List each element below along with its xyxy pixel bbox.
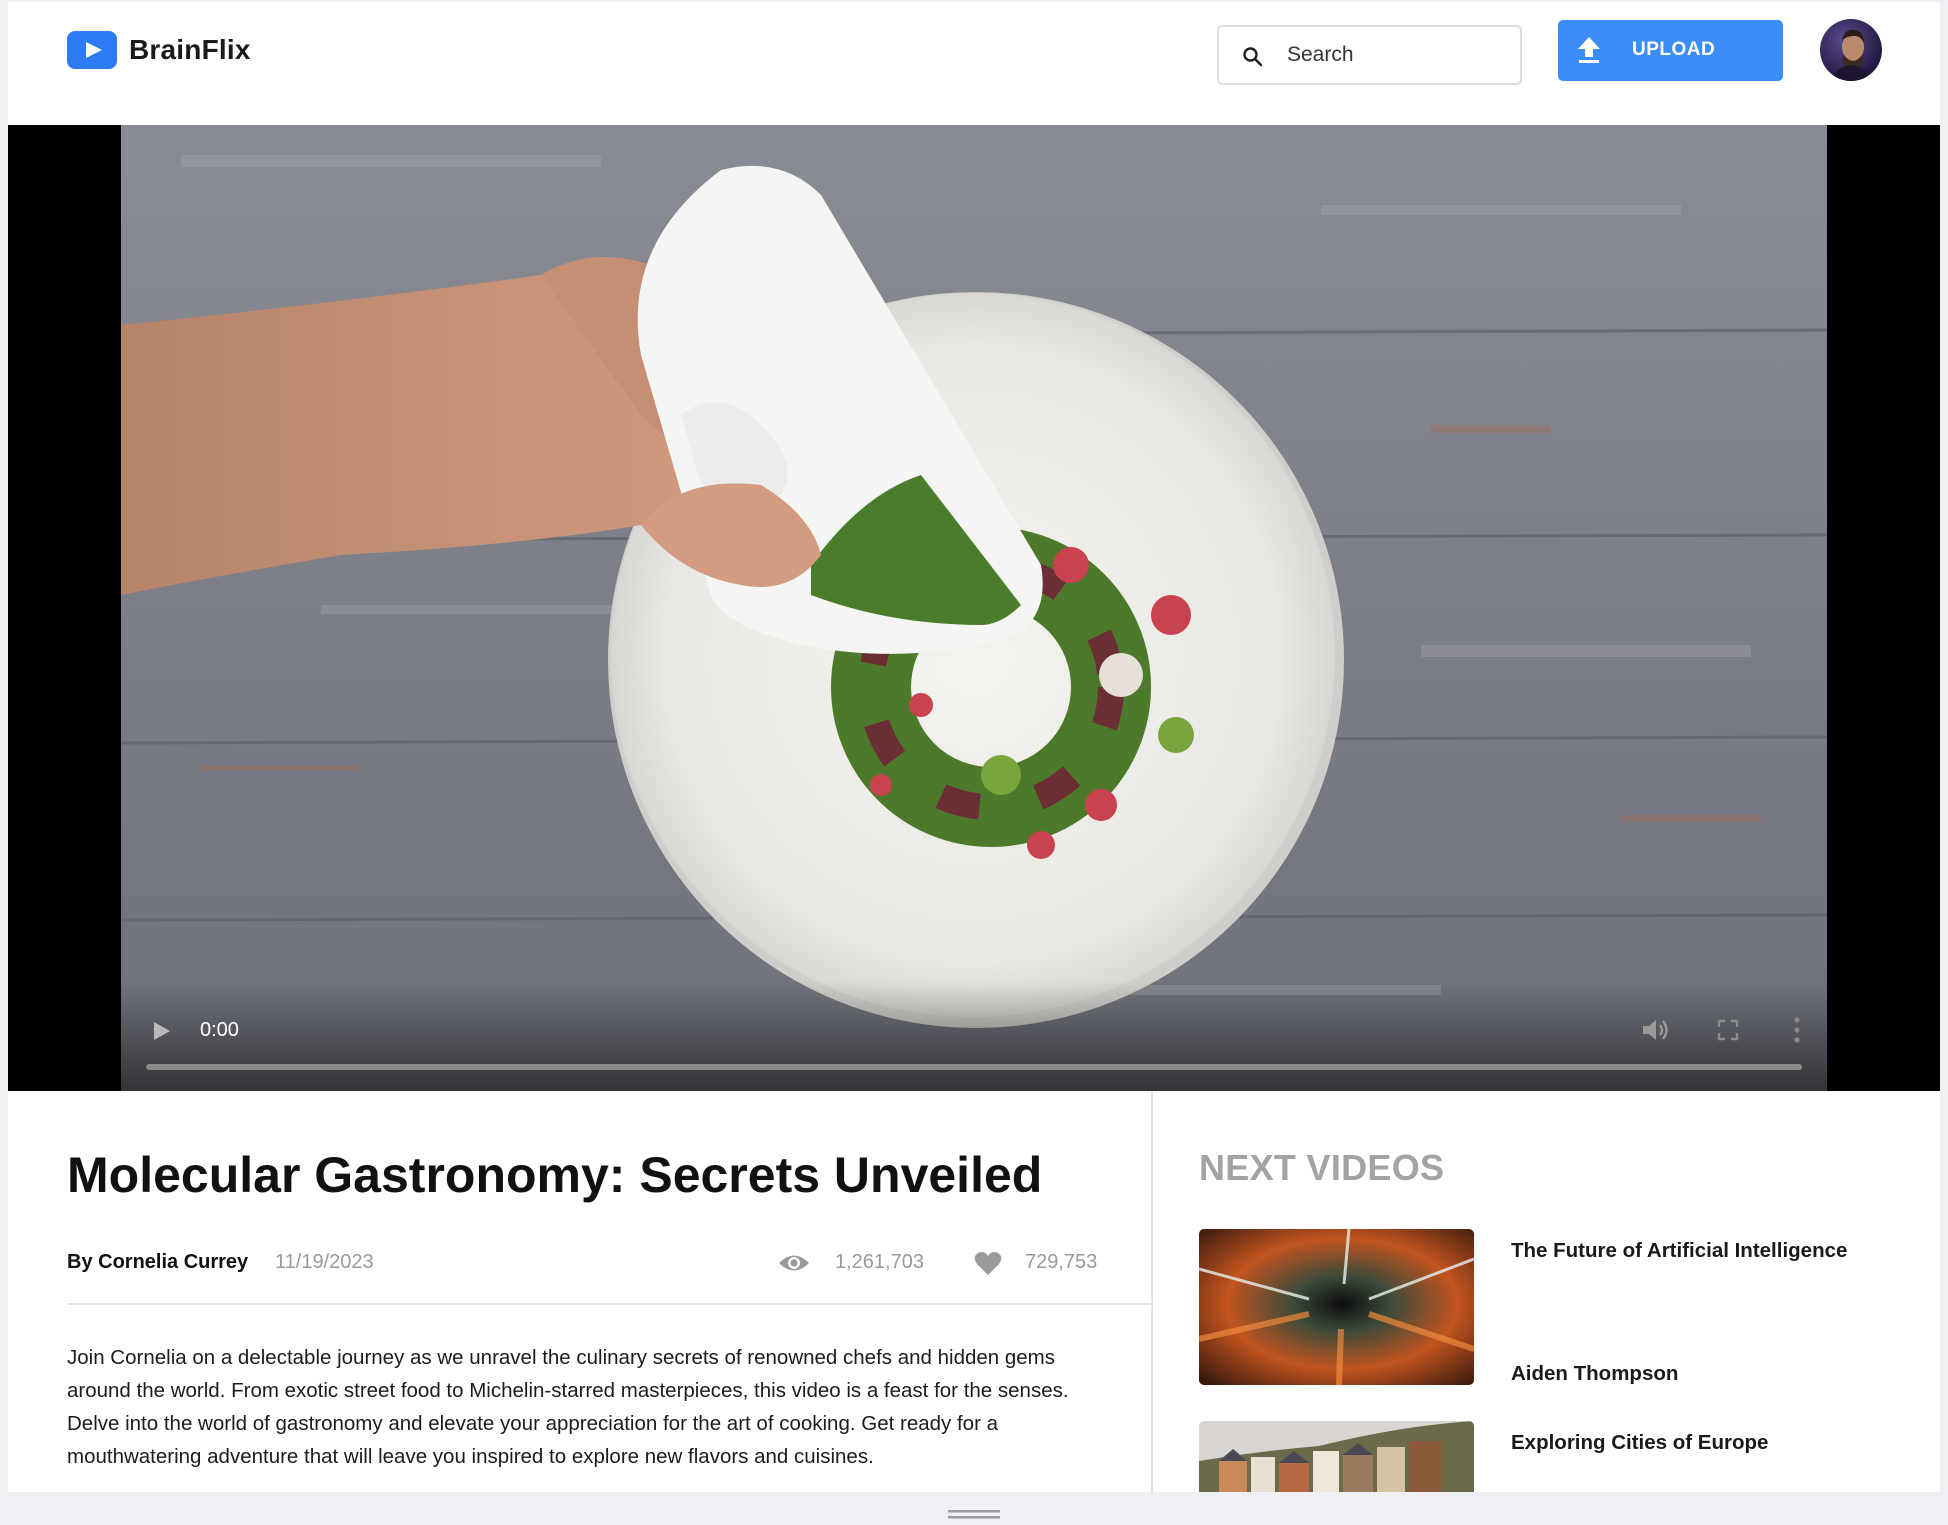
next-video-item[interactable]: The Future of Artificial Intelligence Ai… [1199, 1229, 1919, 1385]
next-video-title: Exploring Cities of Europe [1511, 1431, 1769, 1454]
brand-logo[interactable]: BrainFlix [67, 31, 251, 69]
tunnel-thumbnail-image [1199, 1229, 1474, 1385]
video-details: Molecular Gastronomy: Secrets Unveiled B… [8, 1091, 1153, 1492]
next-video-title: The Future of Artificial Intelligence [1511, 1239, 1848, 1262]
brand-name: BrainFlix [129, 34, 251, 65]
heart-icon[interactable] [974, 1251, 1002, 1276]
meta-divider [67, 1303, 1153, 1305]
next-videos-heading: NEXT VIDEOS [1199, 1147, 1445, 1188]
page: BrainFlix UPLOAD [8, 2, 1940, 1492]
search-icon [1243, 47, 1263, 67]
search-input[interactable] [1287, 35, 1507, 75]
next-video-thumbnail[interactable] [1199, 1229, 1474, 1385]
city-thumbnail-image [1199, 1421, 1474, 1492]
player-controls: 0:00 [121, 981, 1827, 1091]
next-video-thumbnail[interactable] [1199, 1421, 1474, 1492]
like-count: 729,753 [1025, 1251, 1098, 1273]
volume-icon[interactable] [1641, 1017, 1671, 1043]
video-title: Molecular Gastronomy: Secrets Unveiled [67, 1147, 1043, 1203]
header: BrainFlix UPLOAD [8, 2, 1940, 125]
eye-icon [779, 1255, 809, 1271]
progress-bar[interactable] [146, 1064, 1802, 1070]
video-description: Join Cornelia on a delectable journey as… [67, 1346, 1069, 1468]
upload-label: UPLOAD [1632, 39, 1716, 60]
video-poster-image [121, 125, 1827, 1091]
video-author: By Cornelia Currey [67, 1251, 249, 1273]
upload-button[interactable]: UPLOAD [1558, 20, 1783, 81]
video-meta: By Cornelia Currey 11/19/2023 1,261,703 … [67, 1251, 1102, 1295]
avatar-portrait-image [1832, 29, 1870, 81]
view-count: 1,261,703 [835, 1251, 924, 1273]
fullscreen-icon[interactable] [1717, 1019, 1739, 1041]
video-date: 11/19/2023 [275, 1251, 374, 1273]
next-video-item[interactable]: Exploring Cities of Europe [1199, 1421, 1919, 1492]
user-avatar[interactable] [1820, 19, 1882, 81]
more-vert-icon[interactable] [1793, 1017, 1801, 1043]
drag-handle-icon[interactable] [948, 1508, 1000, 1520]
search-box [1217, 25, 1522, 85]
upload-icon [1578, 37, 1600, 63]
video-frame[interactable]: 0:00 [121, 125, 1827, 1091]
current-time: 0:00 [200, 1019, 239, 1041]
play-logo-icon [67, 31, 117, 69]
next-videos: NEXT VIDEOS The Future of Artificial Int… [1155, 1091, 1940, 1492]
video-player[interactable]: 0:00 [8, 125, 1940, 1091]
play-icon[interactable] [151, 1019, 173, 1043]
next-video-author: Aiden Thompson [1511, 1362, 1679, 1385]
